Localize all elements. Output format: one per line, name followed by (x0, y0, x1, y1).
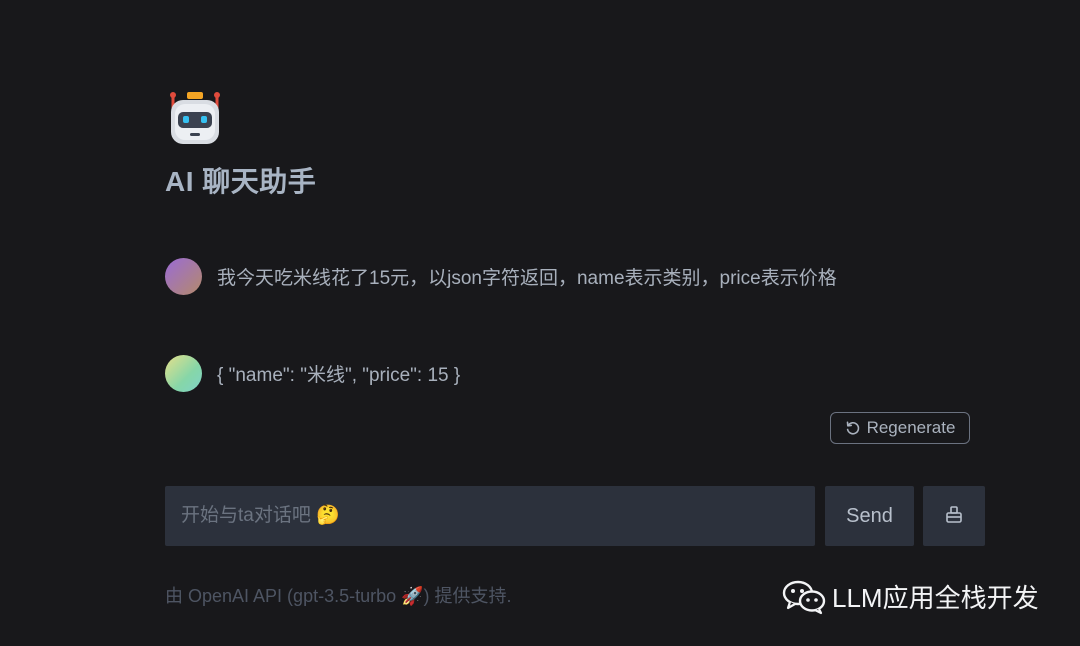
message-text: 我今天吃米线花了15元，以json字符返回，name表示类别，price表示价格 (217, 268, 837, 289)
send-button[interactable]: Send (825, 486, 914, 546)
user-avatar (165, 258, 202, 295)
regenerate-label: Regenerate (866, 418, 956, 437)
chat-input[interactable] (165, 486, 815, 546)
broom-icon (944, 505, 964, 528)
page-title: AI 聊天助手 (165, 166, 317, 197)
watermark-text: LLM应用全栈开发 (832, 583, 1039, 613)
footer-credit: 由 OpenAI API (gpt-3.5-turbo 🚀) 提供支持. (165, 586, 512, 606)
message-user: 我今天吃米线花了15元，以json字符返回，name表示类别，price表示价格 (165, 258, 837, 295)
clear-button[interactable] (923, 486, 985, 546)
chat-app: AI 聊天助手 我今天吃米线花了15元，以json字符返回，name表示类别，p… (0, 0, 1080, 646)
refresh-icon (845, 420, 861, 436)
watermark: LLM应用全栈开发 (782, 578, 1039, 615)
robot-icon (165, 88, 225, 148)
wechat-icon (782, 579, 826, 615)
assistant-avatar (165, 355, 202, 392)
regenerate-button[interactable]: Regenerate (830, 412, 970, 444)
message-assistant: { "name": "米线", "price": 15 } (165, 355, 460, 392)
message-text: { "name": "米线", "price": 15 } (217, 365, 461, 386)
